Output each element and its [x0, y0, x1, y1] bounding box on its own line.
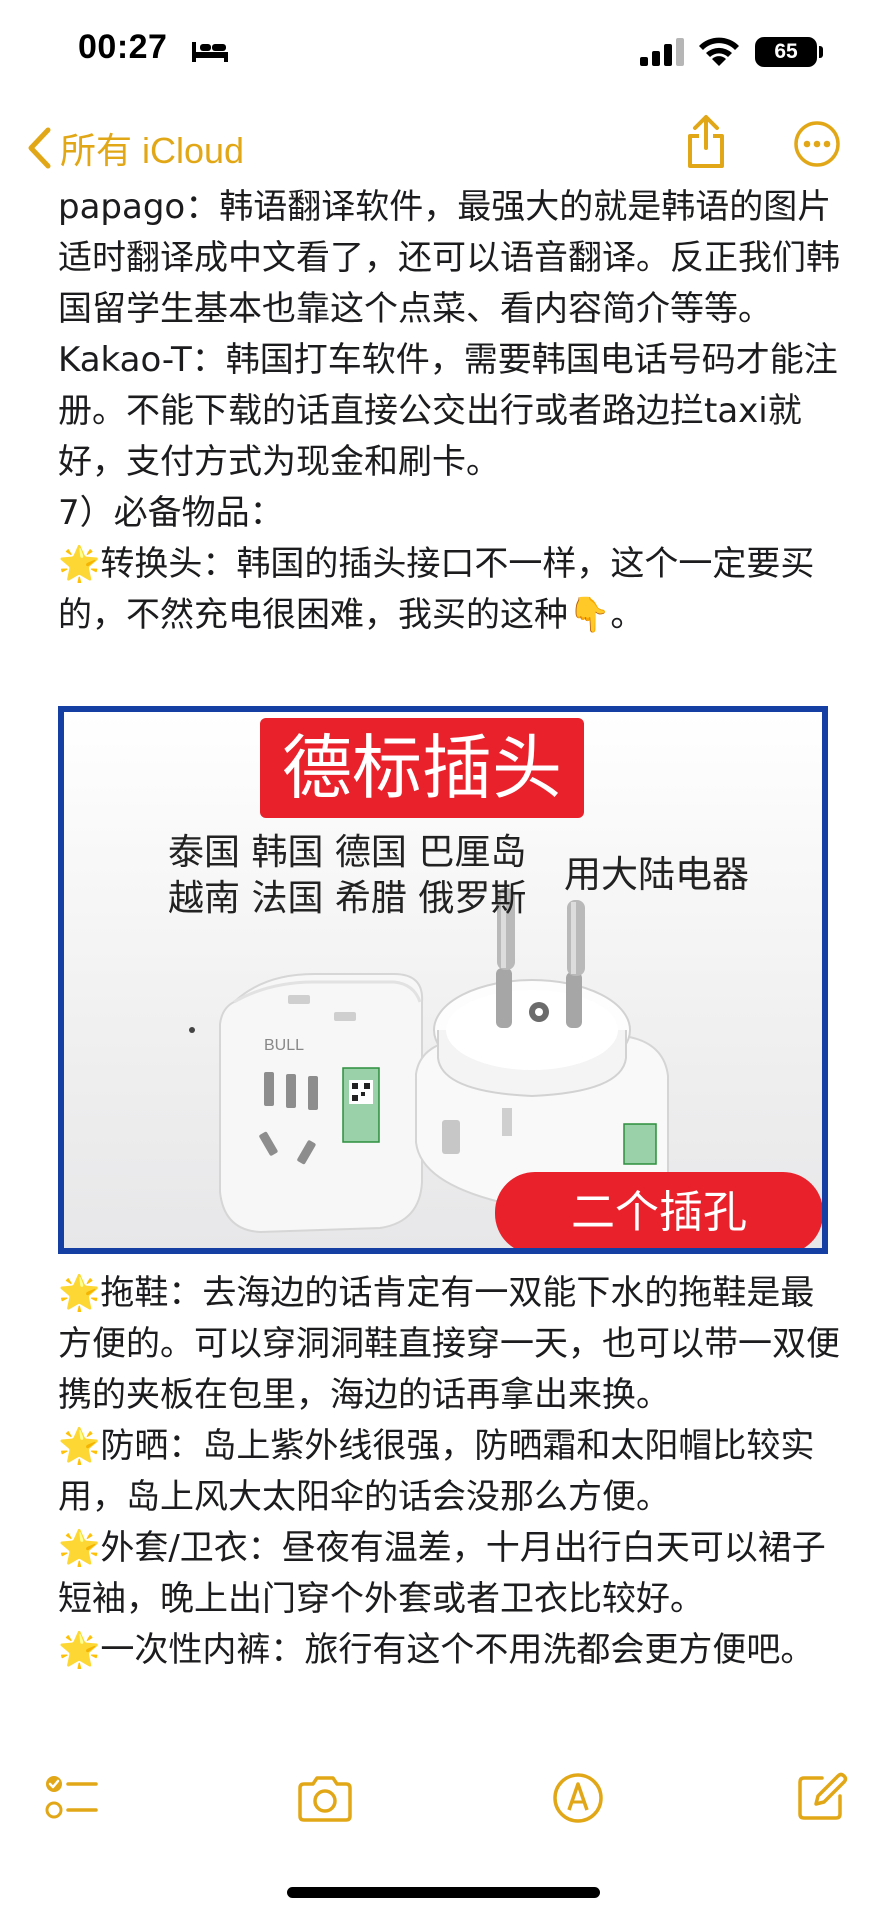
image-use-label: 用大陆电器	[564, 853, 749, 896]
checklist-icon	[45, 1776, 98, 1819]
note-text-bottom[interactable]: 🌟拖鞋：去海边的话肯定有一双能下水的拖鞋是最方便的。可以穿洞洞鞋直接穿一天，也可…	[58, 1268, 848, 1676]
note-paragraph: 🌟一次性内裤：旅行有这个不用洗都会更方便吧。	[58, 1630, 815, 1670]
image-countries-line2: 越南 法国 希腊 俄罗斯	[168, 878, 527, 919]
back-label: 所有 iCloud	[60, 130, 245, 171]
cellular-signal-icon	[640, 38, 684, 66]
share-icon	[688, 115, 724, 168]
wifi-icon	[699, 37, 739, 66]
note-paragraph: 7）必备物品：	[58, 493, 284, 533]
back-button[interactable]: 所有 iCloud	[26, 120, 244, 176]
battery-nub	[819, 46, 823, 58]
camera-icon	[298, 1776, 352, 1822]
chevron-left-icon	[28, 127, 51, 169]
image-countries-line1: 泰国 韩国 德国 巴厘岛	[168, 832, 527, 873]
checklist-button[interactable]	[44, 1770, 100, 1830]
image-banner: 德标插头	[260, 718, 584, 818]
note-paragraph: 🌟转换头：韩国的插头接口不一样，这个一定要买的，不然充电很困难，我买的这种👇。	[58, 544, 815, 635]
image-canvas: BULL 德标插头 泰国 韩国 德国 巴厘岛 越南 法国 希腊 俄罗斯 用大陆电…	[64, 712, 822, 1248]
markup-pen-icon	[553, 1773, 603, 1823]
compose-button[interactable]	[796, 1770, 848, 1826]
status-bar: 00:27 65	[0, 0, 887, 110]
more-icon	[794, 121, 840, 167]
image-countries: 泰国 韩国 德国 巴厘岛 越南 法国 希腊 俄罗斯	[168, 830, 526, 922]
battery-icon: 65	[755, 37, 817, 67]
note-image-plug-adapter[interactable]: BULL 德标插头 泰国 韩国 德国 巴厘岛 越南 法国 希腊 俄罗斯 用大陆电…	[58, 706, 828, 1254]
image-holes-label: 二个插孔	[495, 1172, 822, 1248]
home-indicator[interactable]	[287, 1887, 600, 1898]
nav-bar: 所有 iCloud	[0, 110, 887, 190]
note-text-top[interactable]: papago：韩语翻译软件，最强大的就是韩语的图片适时翻译成中文看了，还可以语音…	[58, 182, 848, 641]
markup-button[interactable]	[550, 1770, 606, 1830]
note-paragraph: papago：韩语翻译软件，最强大的就是韩语的图片适时翻译成中文看了，还可以语音…	[58, 187, 840, 329]
camera-button[interactable]	[296, 1770, 354, 1830]
bottom-toolbar	[0, 1770, 887, 1840]
brand-logo-text: BULL	[264, 1037, 304, 1054]
note-paragraph: 🌟防晒：岛上紫外线很强，防晒霜和太阳帽比较实用，岛上风大太阳伞的话会没那么方便。	[58, 1426, 815, 1517]
compose-icon	[798, 1772, 848, 1820]
share-button[interactable]	[684, 114, 728, 174]
note-paragraph: 🌟外套/卫衣：昼夜有温差，十月出行白天可以裙子短袖，晚上出门穿个外套或者卫衣比较…	[58, 1528, 826, 1619]
note-paragraph: Kakao-T：韩国打车软件，需要韩国电话号码才能注册。不能下载的话直接公交出行…	[58, 340, 838, 482]
status-time: 00:27	[78, 28, 168, 66]
note-paragraph: 🌟拖鞋：去海边的话肯定有一双能下水的拖鞋是最方便的。可以穿洞洞鞋直接穿一天，也可…	[58, 1273, 840, 1415]
more-button[interactable]	[793, 120, 841, 172]
bed-icon	[192, 42, 228, 62]
